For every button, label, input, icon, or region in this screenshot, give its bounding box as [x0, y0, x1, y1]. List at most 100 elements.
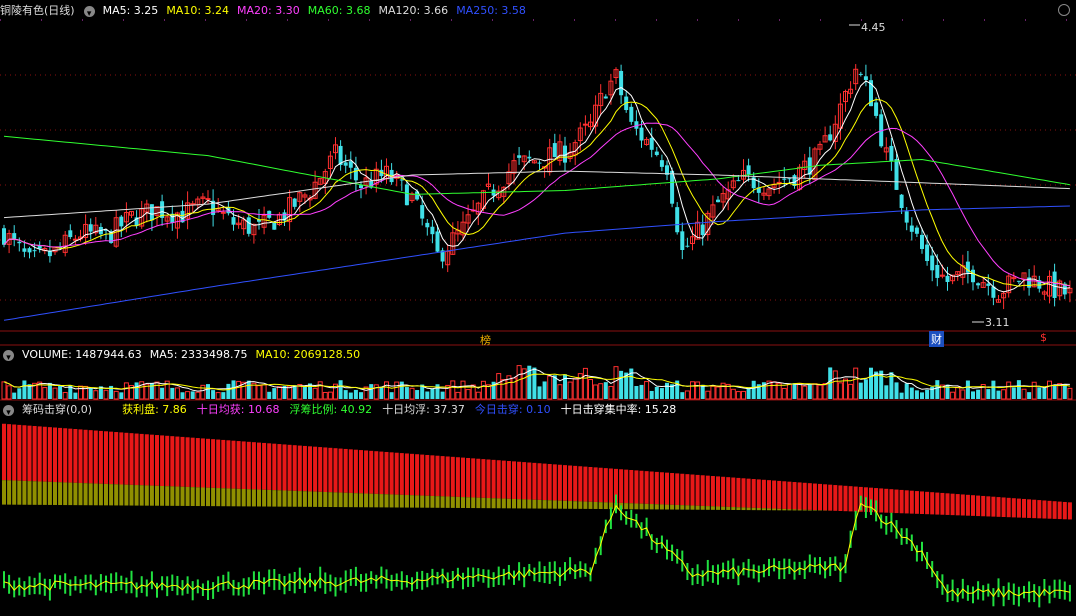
- candle-body: [659, 160, 664, 167]
- chip-red-bar: [175, 436, 180, 487]
- chip-red-bar: [1047, 500, 1052, 519]
- chip-olive-bar: [420, 495, 425, 508]
- chevron-down-icon[interactable]: ▾: [3, 349, 14, 363]
- legend-item: 今日击穿: 0.10: [474, 403, 551, 416]
- candle-body: [716, 199, 720, 203]
- chip-red-bar: [624, 469, 629, 504]
- chip-red-bar: [384, 451, 389, 495]
- chip-olive-bar: [593, 501, 598, 509]
- chip-red-bar: [104, 431, 108, 484]
- legend-item: 十日均获: 10.68: [196, 403, 280, 416]
- volume-bar: [62, 391, 68, 400]
- finance-tag[interactable]: 财: [929, 331, 944, 347]
- chip-red-bar: [430, 455, 435, 496]
- volume-bar: [267, 391, 272, 399]
- chip-red-bar: [119, 432, 124, 485]
- chip-olive-bar: [200, 487, 205, 507]
- chip-olive-bar: [741, 507, 746, 511]
- chip-olive-bar: [767, 508, 771, 511]
- chip-olive-bar: [63, 482, 68, 506]
- chip-red-bar: [22, 425, 27, 481]
- chip-red-bar: [787, 481, 792, 510]
- volume-bar: [455, 391, 461, 400]
- chip-red-bar: [843, 485, 848, 512]
- volume-bar: [409, 387, 415, 400]
- volume-bar: [134, 382, 139, 399]
- candle-body: [909, 225, 914, 232]
- chip-olive-bar: [690, 505, 695, 510]
- candle-body: [828, 134, 833, 141]
- chip-red-bar: [1032, 499, 1037, 519]
- chevron-down-icon[interactable]: ▾: [83, 5, 95, 19]
- volume-bar: [598, 383, 604, 400]
- volume-bar: [695, 381, 701, 400]
- chip-olive-bar: [149, 485, 154, 506]
- chip-olive-bar: [333, 492, 338, 508]
- candle-body: [863, 76, 868, 80]
- chip-red-bar: [603, 468, 608, 503]
- chip-red-bar: [506, 460, 511, 499]
- dividend-tag[interactable]: $: [1040, 331, 1047, 344]
- chip-olive-bar: [134, 485, 139, 506]
- volume-bar: [848, 383, 854, 400]
- volume-bar: [863, 379, 868, 399]
- chip-red-bar: [1016, 498, 1021, 518]
- chip-red-bar: [394, 452, 399, 495]
- chip-red-bar: [333, 448, 338, 493]
- chip-red-bar: [160, 435, 165, 486]
- chip-olive-bar: [440, 496, 445, 508]
- chip-red-bar: [659, 472, 664, 505]
- chip-olive-bar: [644, 503, 649, 510]
- volume-bar: [832, 370, 838, 400]
- volume-bar: [735, 391, 741, 400]
- volume-bar: [812, 383, 818, 400]
- chip-olive-bar: [53, 482, 57, 505]
- chip-red-bar: [634, 470, 639, 504]
- candle-body: [685, 245, 690, 247]
- volume-bar: [496, 373, 502, 400]
- chip-red-bar: [262, 442, 267, 490]
- settings-icon[interactable]: [1058, 4, 1070, 16]
- chip-olive-bar: [695, 505, 700, 510]
- chip-red-bar: [542, 463, 547, 501]
- chip-olive-bar: [496, 498, 501, 509]
- chip-olive-bar: [267, 489, 272, 507]
- chip-red-bar: [736, 477, 741, 508]
- chip-red-bar: [272, 443, 277, 491]
- chip-olive-bar: [399, 494, 404, 508]
- chip-olive-bar: [537, 499, 542, 509]
- legend-item: MA250: 3.58: [456, 4, 526, 17]
- candle-body: [27, 248, 32, 253]
- volume-bar: [58, 385, 63, 399]
- chip-red-bar: [37, 426, 42, 482]
- chip-olive-bar: [384, 494, 389, 508]
- candle-body: [359, 185, 363, 188]
- chip-olive-bar: [83, 483, 88, 506]
- volume-bar: [195, 391, 201, 400]
- chip-olive-bar: [190, 487, 195, 506]
- volume-bar: [955, 386, 961, 400]
- chip-red-bar: [410, 453, 414, 496]
- chip-olive-bar: [415, 495, 420, 508]
- volume-bar: [634, 386, 639, 399]
- chip-red-bar: [522, 462, 527, 500]
- chip-olive-bar: [772, 508, 777, 511]
- chip-olive-bar: [364, 493, 369, 508]
- candle-body: [12, 233, 17, 239]
- ma250-line: [3, 205, 1070, 321]
- chip-olive-bar: [216, 488, 221, 507]
- chip-olive-bar: [527, 499, 532, 509]
- stock-period: (日线): [44, 4, 75, 17]
- candle-body: [68, 230, 73, 238]
- chip-olive-bar: [746, 507, 751, 511]
- chip-red-bar: [496, 460, 501, 499]
- volume-bar: [649, 390, 654, 399]
- chip-olive-bar: [598, 502, 603, 509]
- list-tag[interactable]: 榜: [480, 332, 491, 348]
- chip-olive-bar: [348, 492, 353, 508]
- legend-item: VOLUME: 1487944.63: [22, 348, 142, 361]
- chip-red-bar: [1062, 501, 1067, 520]
- volume-bar: [1, 381, 7, 400]
- chevron-down-icon[interactable]: ▾: [3, 404, 14, 418]
- candle-body: [425, 222, 430, 228]
